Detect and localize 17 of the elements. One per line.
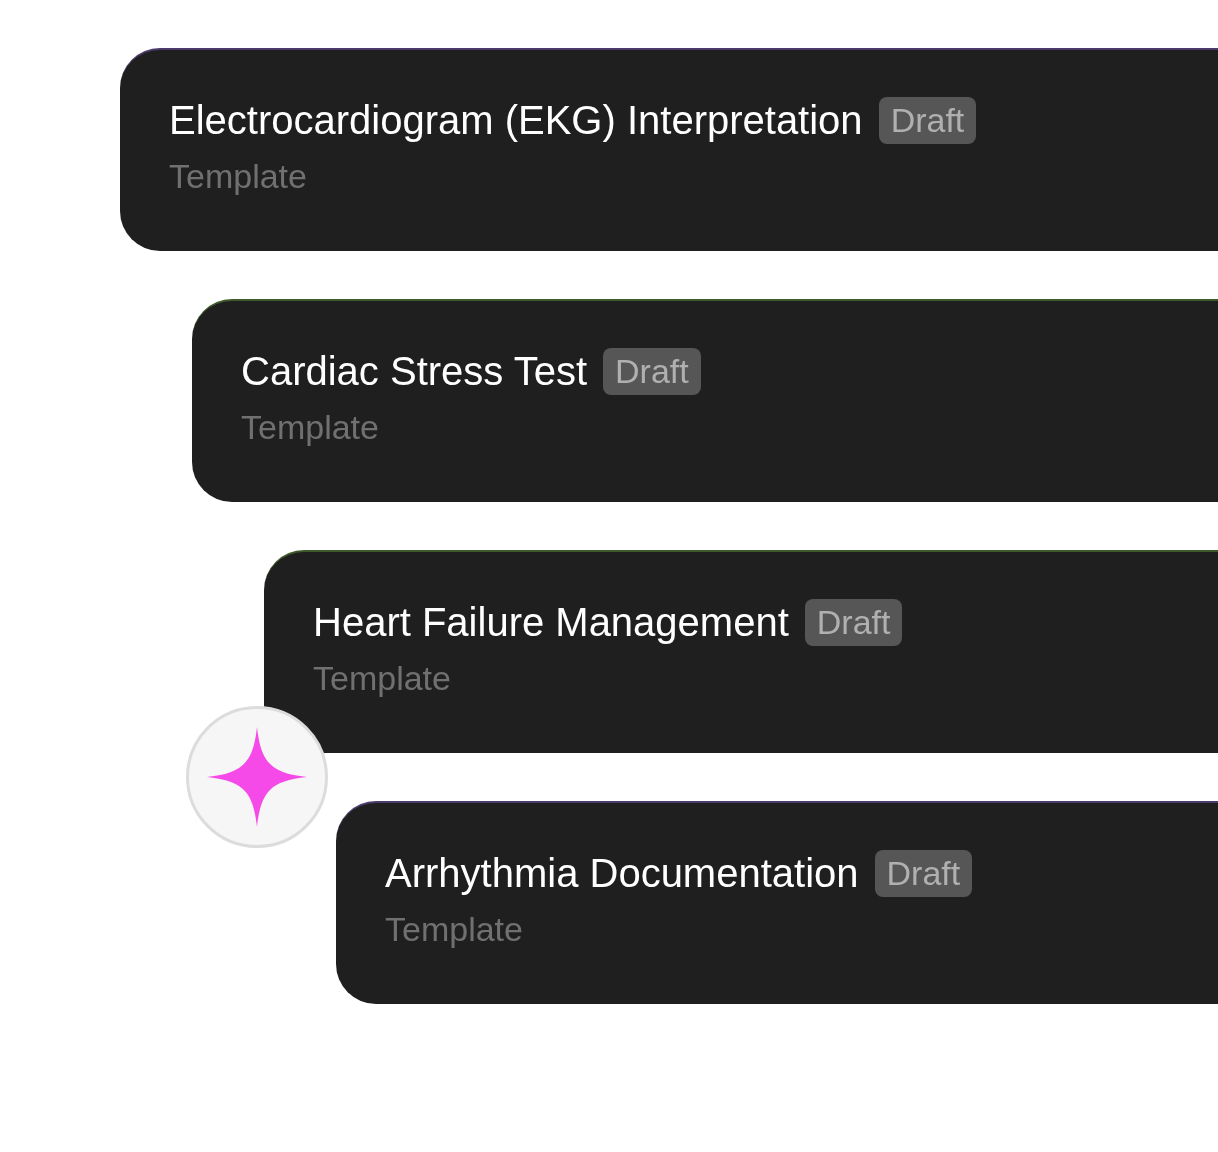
status-badge: Draft (804, 598, 903, 646)
card-title: Cardiac Stress Test (241, 348, 588, 395)
card-subtitle: Template (241, 407, 379, 448)
template-card[interactable]: Heart Failure Management Draft Template (264, 550, 1218, 753)
template-card[interactable]: Electrocardiogram (EKG) Interpretation Draft Template (120, 48, 1218, 251)
card-title: Heart Failure Management (313, 599, 789, 646)
template-card[interactable]: Cardiac Stress Test Draft Template (192, 299, 1218, 502)
sparkle-icon (207, 727, 307, 827)
template-card[interactable]: Arrhythmia Documentation Draft Template (336, 801, 1218, 1004)
card-subtitle: Template (313, 658, 451, 699)
status-badge: Draft (878, 96, 977, 144)
status-badge: Draft (603, 347, 701, 395)
status-badge: Draft (874, 849, 973, 897)
card-title: Arrhythmia Documentation (385, 850, 859, 897)
card-title: Electrocardiogram (EKG) Interpretation (169, 97, 863, 144)
card-subtitle: Template (385, 909, 523, 950)
card-subtitle: Template (169, 156, 307, 197)
